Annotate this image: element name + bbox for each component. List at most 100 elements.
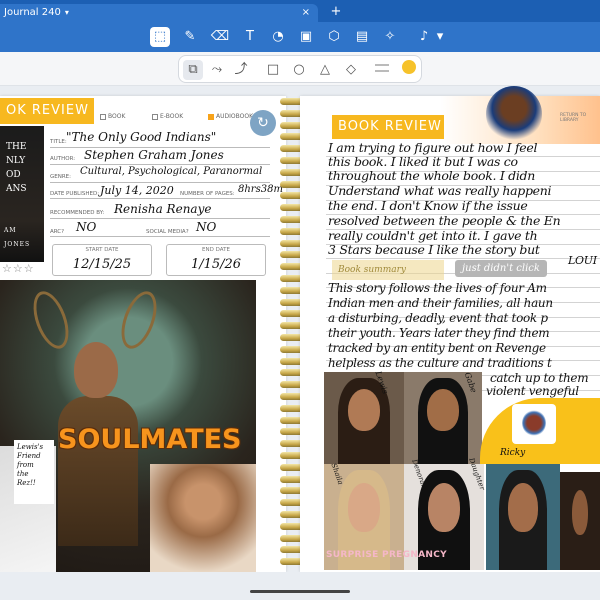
color-picker-swatch[interactable] xyxy=(402,60,416,74)
note-line: the xyxy=(17,470,29,478)
author-label: AUTHOR: xyxy=(50,156,76,162)
freeform-line-icon[interactable]: ⤳ xyxy=(207,60,227,80)
reading-woman-illustration[interactable] xyxy=(486,86,542,142)
right-page-banner: BOOK REVIEW xyxy=(332,115,444,139)
bottom-canvas xyxy=(0,572,600,600)
date-published-label: DATE PUBLISHED: xyxy=(50,191,100,197)
note-line: from xyxy=(17,461,34,469)
start-date-box[interactable]: START DATE 12/15/25 xyxy=(52,244,152,276)
square-shape-icon[interactable]: □ xyxy=(263,60,283,80)
arc-value[interactable]: NO xyxy=(76,220,96,234)
laser-pointer-icon[interactable]: ✧ xyxy=(380,27,400,47)
author-rule xyxy=(50,164,270,165)
document-title: Journal 240 xyxy=(4,7,61,18)
page-turn-button[interactable]: ↻ xyxy=(250,110,276,136)
ricky-photo[interactable] xyxy=(486,464,560,570)
artwork-figure-body xyxy=(58,396,138,546)
review-line[interactable]: resolved between the people & the En xyxy=(328,213,561,228)
author-value[interactable]: Stephen Graham Jones xyxy=(84,148,224,162)
text-box-icon[interactable]: T xyxy=(240,27,260,47)
arc-rule xyxy=(50,236,270,237)
microphone-icon[interactable]: ♪ xyxy=(414,27,434,47)
review-line[interactable]: LOUI xyxy=(568,254,597,267)
close-tab-icon[interactable]: × xyxy=(302,4,310,22)
pen-icon[interactable]: ✎ xyxy=(180,27,200,47)
start-date-value: 12/15/25 xyxy=(72,257,132,272)
summary-line[interactable]: violent vengeful xyxy=(486,384,579,398)
soulmates-sticker[interactable]: SOULMATES xyxy=(58,424,242,455)
diamond-shape-icon[interactable]: ◇ xyxy=(341,60,361,80)
stroke-width-icon[interactable] xyxy=(375,64,389,72)
document-tab[interactable]: Journal 240 ▾ × xyxy=(0,4,318,22)
chevron-down-icon[interactable]: ▾ xyxy=(65,4,69,22)
just-didnt-click-stamp[interactable]: just didn't click xyxy=(455,260,547,277)
genre-value[interactable]: Cultural, Psychological, Paranormal xyxy=(80,166,262,177)
book-summary-stamp[interactable]: Book summary xyxy=(332,260,444,280)
genre-label: GENRE: xyxy=(50,174,72,180)
summary-line[interactable]: Indian men and their families, all haun xyxy=(328,296,553,310)
review-line[interactable]: Understand what was really happeni xyxy=(328,183,552,198)
shapes-icon[interactable]: ⬡ xyxy=(324,27,344,47)
shape-recognition-icon[interactable]: ⧉ xyxy=(183,60,203,80)
sticky-note-icon[interactable]: ▤ xyxy=(352,27,372,47)
format-audiobook-option[interactable]: AUDIOBOOK xyxy=(208,113,253,120)
end-date-value: 1/15/26 xyxy=(190,257,242,272)
curve-arrow-icon[interactable]: ⤴ xyxy=(231,60,251,80)
arc-label: ARC? xyxy=(50,229,65,235)
note-line: Lewis's xyxy=(17,443,44,451)
summary-line[interactable]: tracked by an entity bent on Revenge xyxy=(328,341,546,355)
recommended-value[interactable]: Renisha Renaye xyxy=(114,202,211,216)
image-icon[interactable]: ▣ xyxy=(296,27,316,47)
artwork-figure-face xyxy=(74,342,118,398)
friend-note[interactable]: Lewis's Friend from the Rez!! xyxy=(14,440,54,504)
book-cover-image: THE NLY OD ANS AM JONES xyxy=(0,126,44,262)
format-book-option[interactable]: BOOK xyxy=(100,113,125,120)
extra-character-photo[interactable] xyxy=(560,472,600,570)
left-page-banner: OK REVIEW xyxy=(0,98,94,124)
summary-line[interactable]: This story follows the lives of four Am xyxy=(328,281,547,295)
pages-value[interactable]: 8hrs38m xyxy=(238,184,283,195)
return-to-library-label[interactable]: RETURN TO LIBRARY xyxy=(560,113,600,123)
title-label: TITLE: xyxy=(50,139,67,145)
end-date-label: END DATE xyxy=(202,247,230,253)
summary-line[interactable]: helpless as the culture and traditions t xyxy=(328,356,552,370)
rating-stars-icon[interactable]: ☆☆☆ xyxy=(2,262,35,275)
title-value[interactable]: "The Only Good Indians" xyxy=(66,130,216,144)
start-date-label: START DATE xyxy=(85,247,119,253)
recommended-rule xyxy=(50,218,270,219)
microphone-chevron-icon[interactable]: ▾ xyxy=(434,27,446,47)
eraser-icon[interactable]: ⌫ xyxy=(210,27,230,47)
drawing-toolbar: ⬚ ✎ ⌫ T ◔ ▣ ⬡ ▤ ✧ ♪ ▾ xyxy=(0,22,600,52)
cover-line: OD xyxy=(6,170,21,180)
cover-line: ANS xyxy=(6,184,27,194)
summary-line[interactable]: catch up to them xyxy=(490,371,589,385)
summary-line[interactable]: their youth. Years later they find them xyxy=(328,326,550,340)
sticker-icon[interactable]: ◔ xyxy=(268,27,288,47)
format-ebook-option[interactable]: E-BOOK xyxy=(152,113,183,120)
cover-line: THE xyxy=(6,142,27,152)
lewis-photo[interactable] xyxy=(324,372,404,464)
end-date-box[interactable]: END DATE 1/15/26 xyxy=(166,244,266,276)
summary-line[interactable]: a disturbing, deadly, event that took p xyxy=(328,311,548,325)
social-media-value[interactable]: NO xyxy=(196,220,216,234)
date-published-value[interactable]: July 14, 2020 xyxy=(100,184,174,197)
app-window: Journal 240 ▾ × + ⬚ ✎ ⌫ T ◔ ▣ ⬡ ▤ ✧ ♪ ▾ ⧉… xyxy=(0,0,600,600)
triangle-shape-icon[interactable]: △ xyxy=(315,60,335,80)
date-rule xyxy=(50,198,270,199)
girl-with-fawn-image[interactable] xyxy=(150,464,256,572)
eagle-sticker[interactable] xyxy=(512,404,556,444)
shape-options-bar: ⧉ ⤳ ⤴ □ ○ △ ◇ xyxy=(0,52,600,86)
review-line[interactable]: this book. I liked it but I was co xyxy=(328,154,518,169)
review-line[interactable]: the end. I don't Know if the issue xyxy=(328,198,528,213)
review-line[interactable]: really couldn't get into it. I gave th xyxy=(328,228,538,243)
review-line[interactable]: I am trying to figure out how I feel xyxy=(328,140,537,155)
review-line[interactable]: throughout the whole book. I didn xyxy=(328,168,535,183)
review-line[interactable]: 3 Stars because I like the story but xyxy=(328,242,540,257)
add-tab-button[interactable]: + xyxy=(328,4,344,20)
cover-author: AM JONES xyxy=(4,227,31,248)
lasso-select-icon[interactable]: ⬚ xyxy=(150,27,170,47)
home-indicator[interactable] xyxy=(250,590,350,593)
ricky-name-label: Ricky xyxy=(500,448,526,458)
circle-shape-icon[interactable]: ○ xyxy=(289,60,309,80)
recommended-label: RECOMMENDED BY: xyxy=(50,210,105,216)
